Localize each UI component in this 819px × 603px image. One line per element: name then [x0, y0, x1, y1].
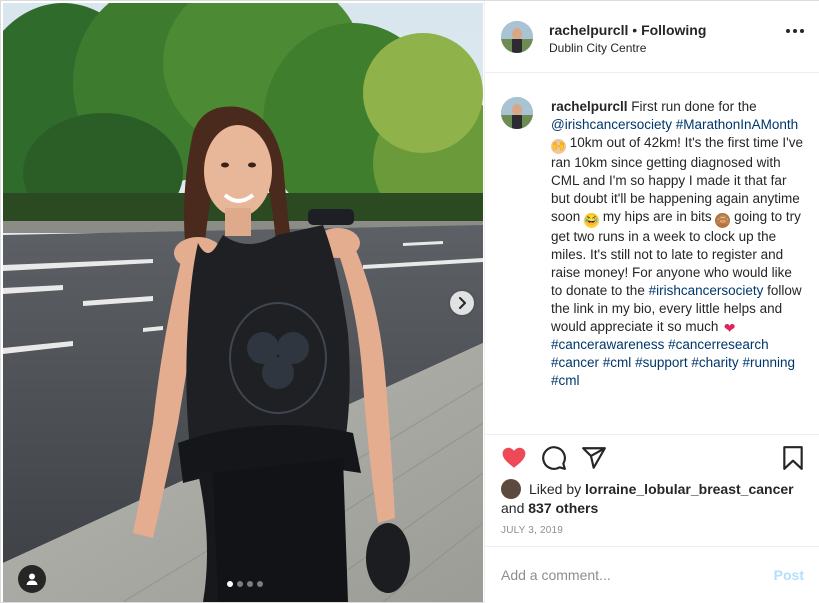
save-button[interactable]: [780, 445, 806, 471]
hashtag-link[interactable]: #MarathonInAMonth: [676, 117, 798, 132]
likes-summary: Liked by lorraine_lobular_breast_cancer …: [501, 479, 806, 517]
post-date[interactable]: JULY 3, 2019: [501, 525, 563, 536]
comment-icon: [542, 446, 566, 470]
carousel-dot-active: [227, 581, 233, 587]
carousel-dot: [237, 581, 243, 587]
more-options-icon[interactable]: [786, 29, 804, 33]
caption-avatar[interactable]: [501, 97, 533, 129]
caption-text-part: my hips are in bits: [602, 209, 712, 224]
like-button[interactable]: [501, 445, 527, 471]
post-photo[interactable]: [3, 3, 483, 602]
hashtag-link[interactable]: #cml: [603, 355, 632, 370]
likes-count-button[interactable]: 837 others: [528, 500, 598, 516]
avatar-image: [501, 97, 533, 129]
hashtag-link[interactable]: #cancerresearch: [668, 337, 769, 352]
comment-input[interactable]: [501, 565, 751, 585]
share-button[interactable]: [581, 445, 607, 471]
comment-box: Post: [485, 546, 819, 603]
caption-text: rachelpurcll First run done for the @iri…: [551, 98, 803, 390]
liker-username[interactable]: lorraine_lobular_breast_cancer: [585, 481, 794, 497]
hashtag-link[interactable]: #support: [635, 355, 688, 370]
avatar-image: [501, 21, 533, 53]
hashtag-link[interactable]: #cml: [551, 373, 580, 388]
laughing-face-icon: 😂: [584, 213, 600, 228]
comment-button[interactable]: [541, 445, 567, 471]
mention-link[interactable]: @irishcancersociety: [551, 117, 672, 132]
liked-by-label: Liked by: [529, 481, 582, 497]
caption-section: rachelpurcll First run done for the @iri…: [485, 73, 819, 435]
likes-and-label: and: [501, 500, 525, 516]
caption-username[interactable]: rachelpurcll: [551, 99, 628, 114]
follow-status-button[interactable]: Following: [641, 22, 706, 38]
post-side-panel: rachelpurcll • Following Dublin City Cen…: [484, 1, 819, 603]
author-avatar[interactable]: [501, 21, 533, 53]
post-location[interactable]: Dublin City Centre: [549, 41, 706, 55]
next-photo-button[interactable]: [450, 291, 474, 315]
post-comment-button[interactable]: Post: [774, 567, 804, 583]
carousel-dot: [247, 581, 253, 587]
hashtag-link[interactable]: #charity: [691, 355, 738, 370]
hashtag-link[interactable]: #cancer: [551, 355, 599, 370]
chevron-right-icon: [459, 297, 466, 309]
raised-hands-icon: 🙌: [551, 139, 566, 154]
photo-illustration: [3, 3, 483, 602]
see-no-evil-monkey-icon: 🙈: [715, 213, 731, 228]
liker-avatar[interactable]: [501, 479, 521, 499]
post-container: rachelpurcll • Following Dublin City Cen…: [0, 0, 819, 603]
hashtag-link[interactable]: #cancerawareness: [551, 337, 664, 352]
user-icon: [26, 573, 38, 585]
author-username[interactable]: rachelpurcll: [549, 22, 628, 38]
carousel-dot: [257, 581, 263, 587]
header-text: rachelpurcll • Following Dublin City Cen…: [549, 22, 706, 55]
hashtag-link[interactable]: #running: [742, 355, 795, 370]
hashtag-link[interactable]: #irishcancersociety: [649, 283, 764, 298]
send-icon: [582, 447, 606, 469]
heart-icon: [502, 447, 526, 468]
carousel-indicator: [227, 581, 263, 587]
tagged-users-button[interactable]: [18, 565, 46, 593]
caption-text-part: First run done for the: [631, 99, 757, 114]
header-separator: •: [632, 22, 638, 38]
post-actions: [501, 445, 806, 473]
red-heart-icon: ❤: [723, 320, 736, 336]
post-header: rachelpurcll • Following Dublin City Cen…: [485, 1, 819, 73]
bookmark-icon: [783, 446, 803, 470]
